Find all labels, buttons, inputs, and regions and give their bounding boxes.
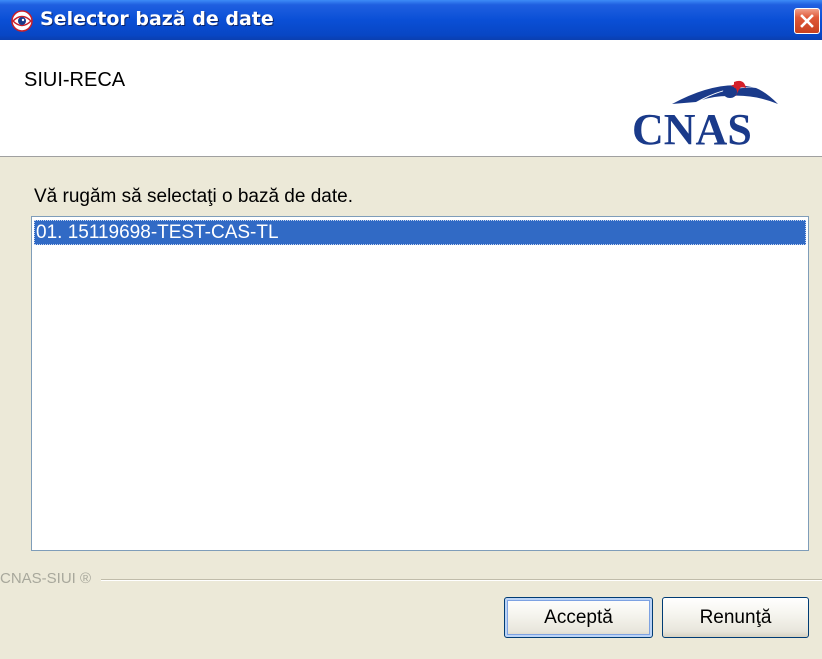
dialog-header: SIUI-RECA CNAS (0, 40, 822, 157)
footer-divider (0, 579, 822, 581)
list-item-database[interactable]: 01. 15119698-TEST-CAS-TL (34, 220, 806, 245)
app-eye-icon (11, 10, 33, 32)
selection-prompt: Vă rugăm să selectaţi o bază de date. (34, 186, 353, 207)
close-button[interactable] (794, 8, 820, 34)
app-name: SIUI-RECA (24, 69, 126, 91)
cnas-logo: CNAS (628, 74, 808, 154)
cancel-button[interactable]: Renunţă (662, 597, 809, 638)
footer-label: CNAS-SIUI ® (0, 570, 102, 587)
title-bar[interactable]: Selector bază de date (0, 0, 822, 40)
database-list[interactable]: 01. 15119698-TEST-CAS-TL (31, 216, 809, 551)
logo-text: CNAS (632, 105, 752, 150)
accept-button[interactable]: Acceptă (504, 597, 653, 638)
close-icon (800, 14, 814, 28)
dialog-window: Selector bază de date SIUI-RECA CNAS Vă … (0, 0, 822, 659)
window-title: Selector bază de date (40, 8, 274, 30)
